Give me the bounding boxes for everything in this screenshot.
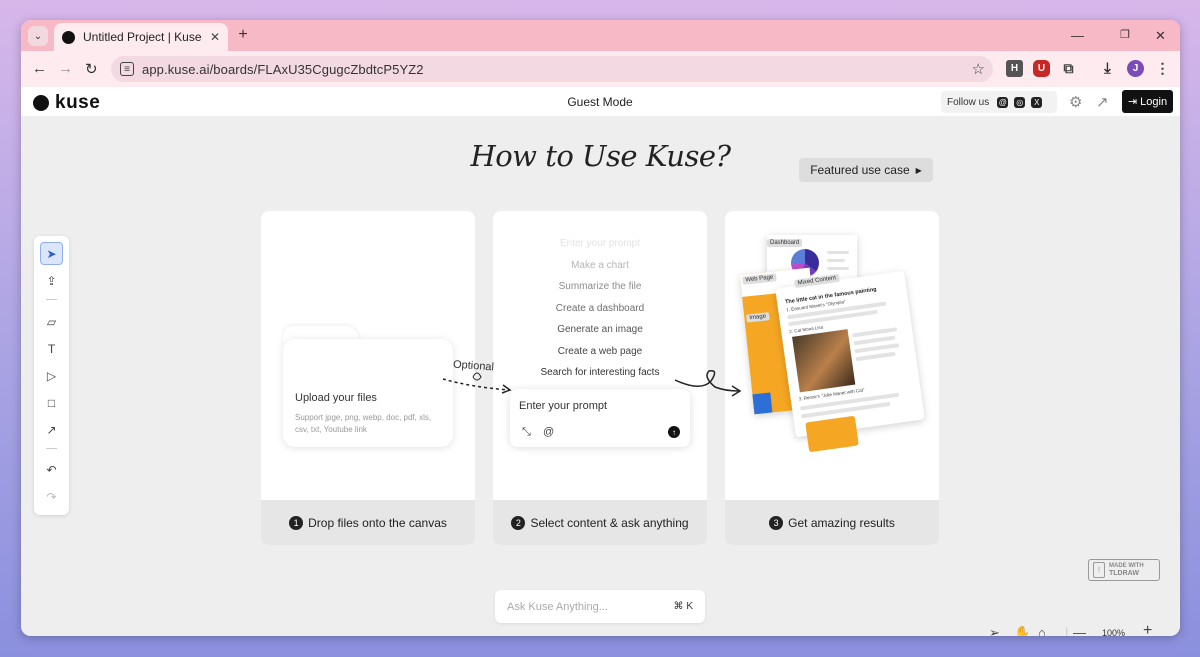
- honey-extension-icon[interactable]: H: [1006, 60, 1023, 77]
- download-icon[interactable]: ⤓: [1099, 60, 1116, 77]
- ublock-extension-icon[interactable]: U: [1033, 60, 1050, 77]
- text-tool-icon[interactable]: T: [40, 337, 63, 360]
- upload-tool-icon[interactable]: ⇪: [40, 269, 63, 292]
- hand-tool-icon[interactable]: ✋: [1014, 625, 1030, 636]
- close-window-icon[interactable]: ✕: [1155, 28, 1166, 44]
- puzzle-extensions-icon[interactable]: ⧉: [1060, 60, 1077, 77]
- tldraw-name: TLDRAW: [1109, 570, 1139, 577]
- url-field[interactable]: ≡ app.kuse.ai/boards/FLAxU35CgugcZbdtcP5…: [111, 56, 993, 82]
- kuse-app: kuse Guest Mode Follow us @ ◎ X ⚙ ↗ ⇥ Lo…: [21, 87, 1180, 636]
- dashed-arrow-path: [442, 378, 510, 391]
- made-with-text: MADE WITH: [1109, 563, 1144, 569]
- kuse-favicon-icon: [62, 30, 75, 44]
- profile-avatar[interactable]: J: [1127, 60, 1144, 77]
- eraser-tool-icon[interactable]: ⌂: [1038, 625, 1046, 636]
- solid-arrow-path: [674, 369, 740, 392]
- browser-menu-icon[interactable]: ⋮: [1154, 60, 1171, 77]
- tldraw-logo-icon: !: [1093, 562, 1105, 578]
- arrow-tool-icon[interactable]: ↗: [40, 418, 63, 441]
- tab-title: Untitled Project | Kuse: [83, 30, 202, 44]
- video-tool-icon[interactable]: ▷: [40, 364, 63, 387]
- new-tab-button[interactable]: +: [233, 26, 253, 44]
- keyboard-shortcut: ⌘ K: [673, 601, 693, 612]
- dashed-arrow-loop: [472, 372, 482, 381]
- ask-kuse-input[interactable]: Ask Kuse Anything... ⌘ K: [495, 590, 705, 623]
- toolbar-divider: |: [1065, 625, 1069, 636]
- pointer-tool-icon[interactable]: ➢: [989, 625, 1000, 636]
- connector-arrows: [442, 369, 742, 397]
- sticky-note-icon[interactable]: ▱: [40, 310, 63, 333]
- forward-icon[interactable]: →: [58, 60, 73, 77]
- minimize-icon[interactable]: —: [1071, 28, 1084, 43]
- bookmark-star-icon[interactable]: ☆: [972, 60, 985, 78]
- zoom-in-icon[interactable]: +: [1143, 622, 1152, 636]
- address-bar-row: ← → ↻ ≡ app.kuse.ai/boards/FLAxU35CgugcZ…: [21, 51, 1180, 87]
- browser-tab[interactable]: Untitled Project | Kuse ✕: [54, 23, 228, 51]
- canvas-toolbar: ➤ ⇪ ▱ T ▷ □ ↗ ↶ ↷: [34, 236, 69, 515]
- back-icon[interactable]: ←: [32, 60, 47, 77]
- close-tab-icon[interactable]: ✕: [206, 30, 224, 44]
- browser-window: ⌄ Untitled Project | Kuse ✕ + — ❐ ✕ ← → …: [21, 20, 1180, 636]
- made-with-tldraw-badge[interactable]: ! MADE WITH TLDRAW: [1088, 559, 1160, 581]
- ask-placeholder: Ask Kuse Anything...: [507, 600, 608, 613]
- undo-icon[interactable]: ↶: [40, 458, 63, 481]
- toolbar-divider: [46, 299, 57, 300]
- zoom-level[interactable]: 100%: [1102, 628, 1125, 636]
- rectangle-tool-icon[interactable]: □: [40, 391, 63, 414]
- site-settings-icon[interactable]: ≡: [120, 62, 134, 76]
- tldraw-text: MADE WITH TLDRAW: [1109, 563, 1144, 577]
- select-tool-icon[interactable]: ➤: [40, 242, 63, 265]
- redo-icon[interactable]: ↷: [40, 485, 63, 508]
- chevron-down-icon: ⌄: [33, 30, 43, 42]
- url-text: app.kuse.ai/boards/FLAxU35CgugcZbdtcP5YZ…: [142, 61, 424, 77]
- tab-search-button[interactable]: ⌄: [28, 26, 48, 46]
- zoom-out-icon[interactable]: —: [1073, 625, 1086, 636]
- reload-icon[interactable]: ↻: [85, 60, 98, 78]
- tab-bar: ⌄ Untitled Project | Kuse ✕ + — ❐ ✕: [21, 20, 1180, 51]
- toolbar-divider: [46, 448, 57, 449]
- restore-icon[interactable]: ❐: [1120, 28, 1130, 41]
